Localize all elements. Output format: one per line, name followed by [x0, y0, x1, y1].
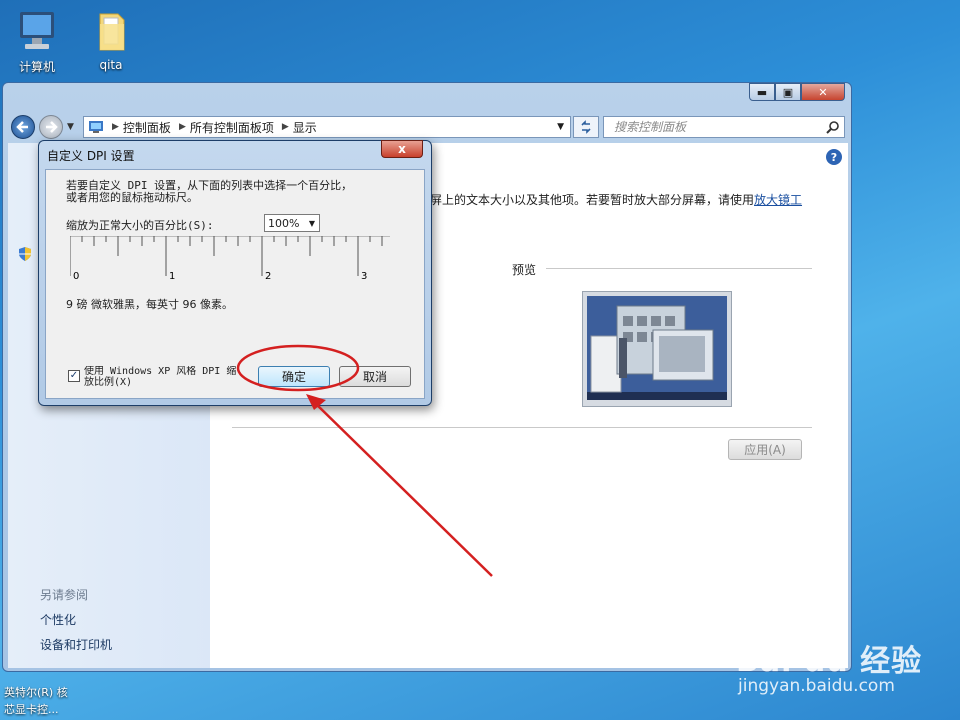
ruler-label-2: 2	[265, 271, 271, 282]
preview-label: 预览	[512, 263, 537, 277]
desktop-icon-computer[interactable]: 计算机	[2, 8, 72, 75]
folder-icon	[99, 13, 125, 51]
custom-dpi-dialog: 自定义 DPI 设置 x 若要自定义 DPI 设置，从下面的列表中选择一个百分比…	[38, 140, 432, 406]
address-bar[interactable]: ▶ 控制面板 ▶ 所有控制面板项 ▶ 显示 ▼	[83, 116, 571, 138]
scale-value: 100%	[268, 216, 300, 230]
cancel-button[interactable]: 取消	[339, 366, 411, 387]
preview-divider	[546, 268, 812, 269]
breadcrumb-separator[interactable]: ▶	[282, 122, 289, 132]
window-controls: ▬ ▣ ✕	[749, 83, 845, 101]
arrow-right-icon	[46, 121, 58, 133]
xp-dpi-checkbox-label-2[interactable]: 放比例(X)	[84, 377, 132, 388]
dialog-close-button[interactable]: x	[381, 140, 423, 158]
magnifier-link[interactable]: 放大镜工	[754, 193, 802, 207]
ruler-label-1: 1	[169, 271, 175, 282]
refresh-button[interactable]	[573, 116, 599, 138]
arrow-left-icon	[16, 121, 28, 133]
search-icon[interactable]	[826, 120, 840, 134]
close-icon: x	[398, 142, 406, 156]
address-dropdown-icon[interactable]: ▼	[557, 122, 564, 132]
maximize-button[interactable]: ▣	[775, 83, 801, 101]
desktop-icon-qita[interactable]: qita	[76, 8, 146, 72]
computer-icon	[20, 12, 54, 49]
help-icon: ?	[830, 150, 838, 164]
breadcrumb-all-items[interactable]: 所有控制面板项	[190, 119, 274, 136]
ruler-label-0: 0	[73, 271, 79, 282]
baidu-watermark-logo: Bai du 经验	[736, 644, 923, 679]
ruler-label-3: 3	[361, 271, 367, 282]
breadcrumb-control-panel[interactable]: 控制面板	[123, 119, 171, 136]
breadcrumb-separator[interactable]: ▶	[112, 122, 119, 132]
ruler-ticks	[70, 236, 383, 276]
baidu-watermark-url: jingyan.baidu.com	[738, 676, 895, 696]
ok-button[interactable]: 确定	[258, 366, 330, 387]
description-body: 屏上的文本大小以及其他项。若要暂时放大部分屏幕，请使用	[430, 193, 755, 207]
description-text: 屏上的文本大小以及其他项。若要暂时放大部分屏幕，请使用放大镜工	[430, 191, 802, 208]
close-button[interactable]: ✕	[801, 83, 845, 101]
sidebar-link-personalization[interactable]: 个性化	[40, 611, 76, 628]
breadcrumb-separator[interactable]: ▶	[179, 122, 186, 132]
font-sample-text: 9 磅 微软雅黑，每英寸 96 像素。	[66, 298, 233, 311]
dialog-title: 自定义 DPI 设置	[47, 149, 135, 163]
xp-dpi-checkbox-label-1[interactable]: 使用 Windows XP 风格 DPI 缩	[84, 366, 254, 377]
desktop-icon-label: 计算机	[18, 60, 55, 74]
search-placeholder: 搜索控制面板	[614, 120, 687, 134]
apply-button[interactable]: 应用(A)	[728, 439, 802, 460]
minimize-button[interactable]: ▬	[749, 83, 775, 101]
dialog-body: 若要自定义 DPI 设置，从下面的列表中选择一个百分比， 或者用您的鼠标拖动标尺…	[45, 169, 425, 399]
refresh-icon	[581, 120, 591, 134]
uac-shield-icon	[19, 247, 31, 261]
search-input[interactable]: 搜索控制面板	[603, 116, 845, 138]
recent-pages-dropdown[interactable]: ▼	[67, 122, 74, 132]
scale-select[interactable]: 100% ▼	[264, 214, 320, 232]
see-also-heading: 另请参阅	[40, 588, 89, 602]
sidebar-link-devices-printers[interactable]: 设备和打印机	[40, 636, 112, 653]
breadcrumb-display[interactable]: 显示	[293, 119, 317, 136]
taskbar-item-line-2[interactable]: 芯显卡控...	[4, 701, 59, 717]
preview-image	[582, 291, 732, 407]
xp-dpi-checkbox[interactable]: ✓	[68, 370, 80, 382]
taskbar-item-line-1[interactable]: 英特尔(R) 核	[4, 684, 68, 700]
section-divider	[232, 427, 812, 428]
back-button[interactable]	[11, 115, 35, 139]
chevron-down-icon: ▼	[308, 218, 315, 228]
dpi-ruler[interactable]: 0 1 2 3	[70, 236, 394, 284]
control-panel-icon	[89, 121, 103, 133]
desktop-icon-label: qita	[99, 58, 123, 72]
scale-label: 缩放为正常大小的百分比(S):	[66, 219, 214, 232]
help-button[interactable]: ?	[826, 149, 842, 165]
display-preview-icon	[587, 296, 727, 400]
address-row: ▼ ▶ 控制面板 ▶ 所有控制面板项 ▶ 显示 ▼ 搜索控制面板	[9, 115, 845, 139]
instruction-line-2: 或者用您的鼠标拖动标尺。	[66, 191, 198, 204]
forward-button[interactable]	[39, 115, 63, 139]
